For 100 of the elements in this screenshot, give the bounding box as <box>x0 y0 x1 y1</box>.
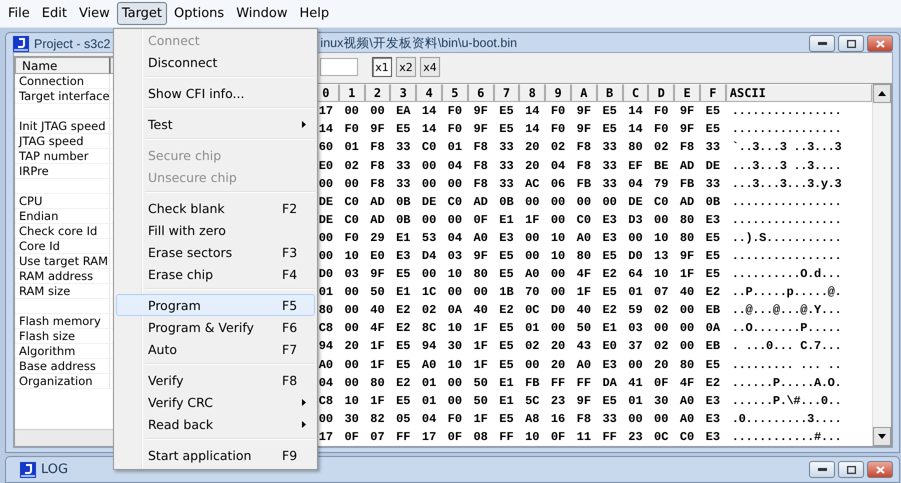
hex-byte: 41 <box>627 376 644 390</box>
hex-byte: 00 <box>318 176 334 191</box>
column-header[interactable]: Name <box>15 57 110 74</box>
menu-item[interactable]: Read back <box>116 413 315 435</box>
ascii-text: ................ <box>730 122 842 136</box>
hex-byte: DE <box>318 194 334 209</box>
minimize-icon <box>818 42 826 46</box>
hex-byte: FF <box>601 430 618 444</box>
ascii-text: ...3...3 ..3.... <box>730 158 842 173</box>
hex-byte: 0C <box>524 303 540 318</box>
hex-byte: 33 <box>395 176 412 191</box>
minimize-button[interactable] <box>809 461 835 478</box>
scroll-down-button[interactable] <box>873 427 891 446</box>
hex-byte: E5 <box>395 358 412 372</box>
menu-item[interactable]: Edit <box>36 2 72 25</box>
hex-byte: E5 <box>498 122 515 136</box>
menu-item[interactable]: File <box>3 2 35 25</box>
hex-byte: 14 <box>318 122 334 136</box>
menu-item[interactable]: Target <box>116 2 168 25</box>
hex-byte: F8 <box>576 412 592 426</box>
vertical-scrollbar[interactable] <box>872 84 891 446</box>
hex-byte: 80 <box>678 358 696 372</box>
menu-item[interactable]: Verify F8 <box>116 369 315 391</box>
hex-byte: 05 <box>395 412 412 426</box>
hex-byte: 00 <box>524 358 540 372</box>
property-name: Target interface <box>15 89 110 104</box>
hex-byte: 1B <box>498 285 515 300</box>
hex-byte: E3 <box>704 412 722 426</box>
menu-item[interactable]: Check blank F2 <box>116 197 315 219</box>
property-name: Core Id <box>15 239 110 254</box>
hex-byte: 33 <box>601 140 618 154</box>
menu-item[interactable]: Program & Verify F6 <box>116 316 315 338</box>
menu-item[interactable]: View <box>74 2 115 25</box>
menu-item[interactable]: Program F5 <box>116 294 315 316</box>
hex-byte: E2 <box>395 376 412 390</box>
hex-byte: 9F <box>472 104 489 118</box>
hex-byte: 04 <box>627 176 644 191</box>
ascii-text: . ...0... C.7... <box>730 339 842 354</box>
input-field[interactable] <box>320 58 358 76</box>
zoom-button[interactable]: x1 <box>372 57 392 78</box>
hex-byte: 00 <box>678 303 696 318</box>
hex-byte: 00 <box>472 285 489 300</box>
hex-byte: 00 <box>343 285 360 300</box>
menu-item[interactable]: Options <box>169 2 230 25</box>
maximize-button[interactable] <box>838 35 864 52</box>
hex-byte: 02 <box>653 140 670 154</box>
hex-byte: FB <box>524 376 540 390</box>
column-header: D <box>648 84 674 102</box>
minimize-button[interactable] <box>809 35 835 52</box>
hex-byte: E5 <box>704 358 722 372</box>
hex-byte: A0 <box>420 358 438 372</box>
hex-byte: E5 <box>601 249 618 264</box>
menu-item[interactable]: Show CFI info... <box>116 82 315 104</box>
zoom-button[interactable]: x4 <box>420 57 440 78</box>
menu-item[interactable]: Erase sectors F3 <box>116 241 315 263</box>
property-name: Flash memory <box>15 314 110 328</box>
close-button[interactable] <box>867 35 893 52</box>
hex-byte: 02 <box>653 339 670 354</box>
close-button[interactable] <box>867 461 893 478</box>
hex-byte: E1 <box>395 230 412 245</box>
hex-byte: 33 <box>395 158 412 173</box>
hex-byte: 9F <box>369 122 386 136</box>
hex-byte: 1F <box>472 412 489 426</box>
hex-byte: 14 <box>524 122 540 136</box>
hex-byte: 53 <box>420 230 438 245</box>
menu-item[interactable]: Start application F9 <box>116 444 315 466</box>
hex-byte: AC <box>524 176 540 191</box>
hex-byte: E5 <box>601 104 618 118</box>
hex-byte: 00 <box>653 212 670 227</box>
menu-item[interactable]: Window <box>231 2 292 25</box>
menu-item[interactable]: Help <box>294 2 334 25</box>
ascii-text: ................ <box>730 104 842 118</box>
hex-byte: E2 <box>395 321 412 336</box>
hex-byte: F8 <box>472 158 489 173</box>
maximize-button[interactable] <box>838 461 864 478</box>
menu-item[interactable]: Erase chip F4 <box>116 263 315 285</box>
property-name: Algorithm <box>15 344 110 358</box>
property-name: Flash size <box>15 329 110 344</box>
menu-item[interactable]: Verify CRC <box>116 391 315 413</box>
hex-byte: E3 <box>601 358 618 372</box>
menu-item[interactable]: Fill with zero <box>116 219 315 241</box>
hex-byte: 00 <box>420 158 438 173</box>
hex-byte: 5C <box>524 394 540 408</box>
property-name: RAM size <box>15 284 110 298</box>
ascii-text: ......P.\#...0.. <box>730 394 842 408</box>
menu-item[interactable]: Disconnect <box>116 51 315 73</box>
property-name: IRPre <box>15 164 110 178</box>
menu-item[interactable]: Auto F7 <box>116 338 315 360</box>
hex-byte: 17 <box>318 430 334 444</box>
hex-byte: 00 <box>446 394 464 408</box>
hex-byte: 14 <box>420 104 438 118</box>
scroll-up-button[interactable] <box>873 84 891 104</box>
menu-item[interactable]: Test <box>116 113 315 135</box>
hex-byte: 9F <box>576 394 592 408</box>
hex-byte: BE <box>653 158 670 173</box>
hex-byte: 1F <box>369 358 386 372</box>
hex-byte: 30 <box>343 412 360 426</box>
zoom-button[interactable]: x2 <box>396 57 416 78</box>
hex-byte: E1 <box>498 212 515 227</box>
hex-byte: 1F <box>472 321 489 336</box>
